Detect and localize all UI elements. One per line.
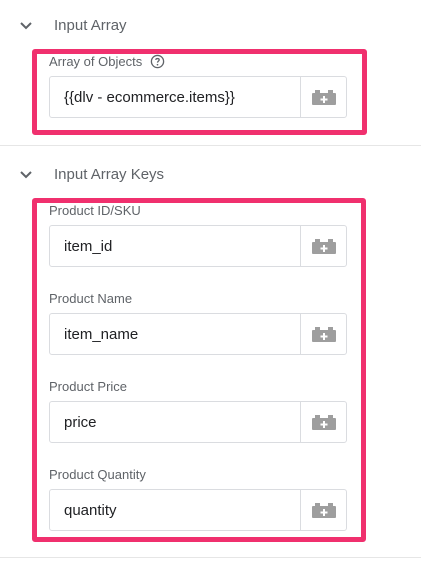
add-variable-icon (311, 327, 336, 342)
product-id-input[interactable]: item_id (49, 225, 347, 267)
section-title: Input Array Keys (54, 166, 165, 183)
add-variable-icon (311, 239, 336, 254)
chevron-down-icon (20, 22, 32, 30)
array-of-objects-input[interactable]: {{dlv - ecommerce.items}} (49, 76, 347, 118)
section-divider (0, 145, 421, 146)
section-header-input-array-keys[interactable]: Input Array Keys (0, 163, 421, 187)
input-value[interactable]: price (50, 402, 300, 442)
variable-picker-button[interactable] (300, 402, 346, 442)
variable-picker-button[interactable] (300, 490, 346, 530)
field-label-text: Product ID/SKU (49, 203, 141, 218)
field-label: Product ID/SKU (49, 203, 141, 218)
product-price-input[interactable]: price (49, 401, 347, 443)
field-label: Product Quantity (49, 467, 146, 482)
section-title: Input Array (54, 17, 127, 34)
field-label: Product Price (49, 379, 127, 394)
field-label-text: Product Price (49, 379, 128, 394)
section-divider (0, 557, 421, 558)
field-label-text: Array of Objects (49, 54, 143, 69)
input-value[interactable]: item_name (50, 314, 300, 354)
variable-picker-button[interactable] (300, 314, 346, 354)
input-value[interactable]: {{dlv - ecommerce.items}} (50, 77, 300, 117)
variable-picker-button[interactable] (300, 226, 346, 266)
input-value[interactable]: quantity (50, 490, 300, 530)
product-quantity-input[interactable]: quantity (49, 489, 347, 531)
field-label: Array of Objects (49, 54, 165, 69)
add-variable-icon (311, 503, 336, 518)
field-label-text: Product Name (49, 291, 133, 306)
add-variable-icon (311, 90, 336, 105)
help-icon[interactable] (150, 54, 165, 69)
chevron-down-icon (20, 171, 32, 179)
product-name-input[interactable]: item_name (49, 313, 347, 355)
field-label-text: Product Quantity (49, 467, 146, 482)
variable-picker-button[interactable] (300, 77, 346, 117)
field-label: Product Name (49, 291, 132, 306)
input-value[interactable]: item_id (50, 226, 300, 266)
section-header-input-array[interactable]: Input Array (0, 14, 421, 38)
add-variable-icon (311, 415, 336, 430)
